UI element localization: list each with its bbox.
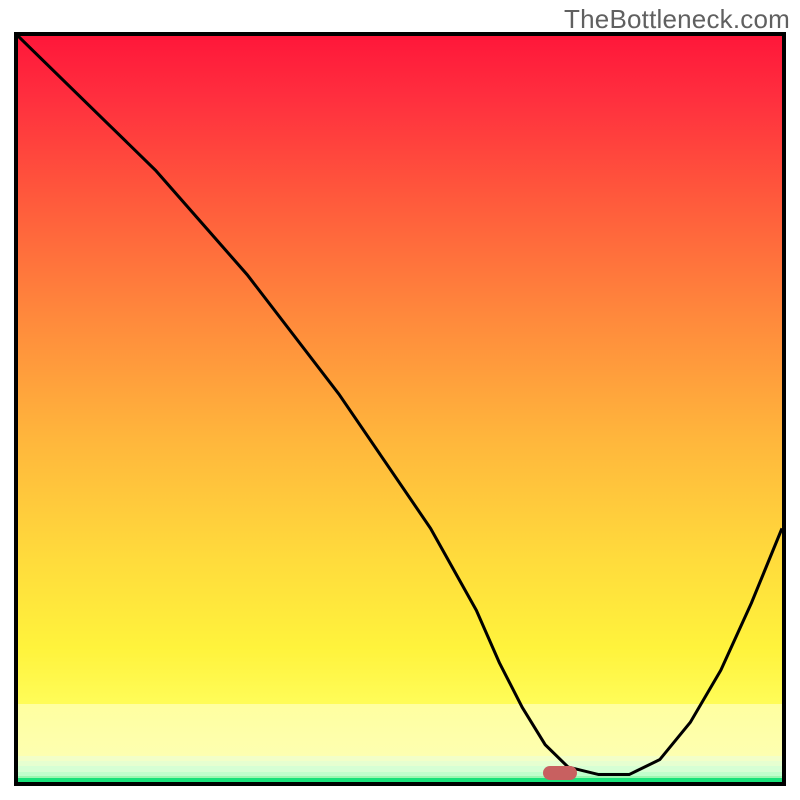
chart-canvas: TheBottleneck.com xyxy=(0,0,800,800)
optimal-point-marker xyxy=(543,766,577,780)
curve-svg xyxy=(18,36,782,782)
plot-area xyxy=(14,32,786,786)
bottleneck-curve-path xyxy=(18,36,782,775)
watermark-text: TheBottleneck.com xyxy=(564,4,790,35)
